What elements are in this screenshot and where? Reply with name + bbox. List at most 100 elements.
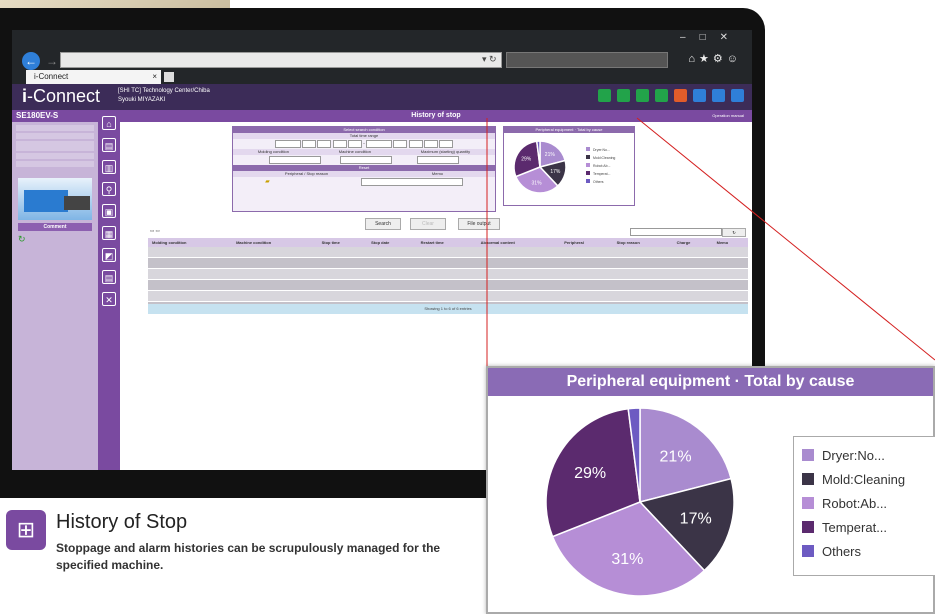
history-of-stop-icon: ⊞ bbox=[6, 510, 46, 550]
table-header[interactable]: Restart time bbox=[416, 238, 477, 247]
browser-chrome: –□✕ ← → ▾ ↻ ⌂★⚙☺ i-Connect × bbox=[12, 30, 752, 84]
table-header[interactable]: Peripheral bbox=[560, 238, 613, 247]
table-row[interactable] bbox=[148, 268, 748, 280]
table-header[interactable]: Memo bbox=[712, 238, 748, 247]
browser-search-box[interactable] bbox=[506, 52, 668, 68]
folder-icon[interactable]: ▰ bbox=[265, 179, 270, 185]
window-controls[interactable]: –□✕ bbox=[680, 32, 742, 43]
machine-image bbox=[18, 178, 92, 220]
mini-legend-swatch bbox=[586, 171, 590, 175]
legend-label: Robot:Ab... bbox=[822, 495, 888, 511]
browser-tab-title: i-Connect bbox=[34, 72, 69, 81]
mini-legend-label: Mold:Cleaning bbox=[593, 156, 615, 160]
header-tool-icon[interactable] bbox=[693, 89, 706, 102]
back-button[interactable]: ← bbox=[22, 52, 40, 70]
file-output-button[interactable]: File output bbox=[458, 218, 500, 230]
table-row[interactable] bbox=[148, 257, 748, 269]
zoomed-pie-chart: 21% 17% 31% 29% bbox=[545, 407, 735, 597]
table-header[interactable]: Charge bbox=[672, 238, 713, 247]
operation-manual-link[interactable]: Operation manual bbox=[712, 110, 744, 122]
site-info: [SHI TC] Technology Center/Chiba Syouki … bbox=[118, 87, 210, 105]
table-footer: Showing 1 to 6 of 6 entries bbox=[148, 304, 748, 314]
legend-item: Temperat... bbox=[802, 515, 933, 539]
history-icon[interactable]: ▦ bbox=[102, 226, 116, 240]
legend-swatch bbox=[802, 473, 814, 485]
mini-legend-swatch bbox=[586, 163, 590, 167]
header-tool-icon[interactable] bbox=[617, 89, 630, 102]
app-logo: i-Connect bbox=[22, 86, 101, 106]
table-header[interactable]: Machine condition bbox=[232, 238, 318, 247]
pie-slice-label: 21% bbox=[660, 449, 692, 466]
legend-swatch bbox=[802, 545, 814, 557]
memo-input[interactable] bbox=[360, 177, 463, 186]
mini-legend-swatch bbox=[586, 155, 590, 159]
machine-panel: SE180EV-S Comment ↻ bbox=[12, 110, 98, 470]
table-header[interactable]: Stop reason bbox=[612, 238, 673, 247]
header-tool-icon[interactable] bbox=[731, 89, 744, 102]
legend-item: Others bbox=[802, 539, 933, 563]
table-row[interactable] bbox=[148, 279, 748, 291]
legend-label: Dryer:No... bbox=[822, 447, 885, 463]
reload-icon[interactable]: ▾ ↻ bbox=[482, 54, 497, 65]
tab-close-icon[interactable]: × bbox=[152, 70, 157, 84]
page-title: History of stop bbox=[411, 112, 461, 119]
legend-item: Robot:Ab... bbox=[802, 491, 933, 515]
table-row[interactable] bbox=[148, 290, 748, 302]
table-header[interactable]: Molding condition bbox=[148, 238, 233, 247]
alarm-icon[interactable]: ◩ bbox=[102, 248, 116, 262]
header-icons bbox=[592, 89, 744, 107]
quantity-input[interactable] bbox=[417, 155, 460, 164]
forward-button[interactable]: → bbox=[46, 54, 58, 68]
pie-slice-label: 29% bbox=[521, 157, 532, 163]
browser-toolbar-icons[interactable]: ⌂★⚙☺ bbox=[688, 52, 742, 65]
header-tool-icon[interactable] bbox=[598, 89, 611, 102]
molding-condition-input[interactable] bbox=[268, 155, 321, 164]
header-tool-icon[interactable] bbox=[712, 89, 725, 102]
clear-button[interactable]: Clear bbox=[410, 218, 446, 230]
peripheral-inputs: ▰ bbox=[233, 177, 495, 187]
table-header[interactable]: Stop date bbox=[367, 238, 417, 247]
caption-description: Stoppage and alarm histories can be scru… bbox=[56, 541, 441, 572]
table-row[interactable] bbox=[148, 247, 748, 258]
zoomed-chart-legend: Dryer:No... Mold:Cleaning Robot:Ab... Tempe… bbox=[793, 436, 935, 576]
graph-icon[interactable]: ▥ bbox=[102, 160, 116, 174]
comment-button[interactable]: Comment bbox=[18, 223, 92, 231]
pie-slice-label: 31% bbox=[611, 551, 643, 568]
legend-swatch bbox=[802, 497, 814, 509]
table-header[interactable]: Stop time bbox=[317, 238, 368, 247]
peripheral-mini-panel: Peripheral equipment · Total by cause 21… bbox=[503, 126, 635, 206]
time-range-inputs[interactable]: ~ bbox=[233, 139, 495, 149]
mini-legend-swatch bbox=[586, 179, 590, 183]
filter-input[interactable] bbox=[630, 228, 722, 236]
entries-selector[interactable]: ▭ ▭ bbox=[150, 228, 160, 234]
tools-icon[interactable]: ✕ bbox=[102, 292, 116, 306]
header-tool-icon[interactable] bbox=[636, 89, 649, 102]
pie-slice-label: 29% bbox=[574, 465, 606, 482]
address-bar[interactable] bbox=[60, 52, 502, 68]
search-condition-panel: Select search condition Total time range… bbox=[232, 126, 496, 212]
calendar-icon[interactable]: ▤ bbox=[102, 270, 116, 284]
header-tool-icon[interactable] bbox=[674, 89, 687, 102]
table-refresh-button[interactable]: ↻ bbox=[722, 228, 746, 237]
header-tool-icon[interactable] bbox=[655, 89, 668, 102]
chart-icon[interactable]: ▤ bbox=[102, 138, 116, 152]
mini-legend-label: Robot:Ab... bbox=[593, 164, 611, 168]
pie-slice-label: 31% bbox=[532, 180, 543, 186]
browser-tab[interactable]: i-Connect × bbox=[26, 70, 161, 84]
search-icon[interactable]: ⚲ bbox=[102, 182, 116, 196]
machine-icon[interactable]: ▣ bbox=[102, 204, 116, 218]
zoomed-chart-panel: Peripheral equipment · Total by cause 21… bbox=[486, 366, 935, 614]
machine-condition-select[interactable] bbox=[340, 155, 392, 164]
pie-slice-label: 17% bbox=[550, 169, 561, 175]
home-icon[interactable]: ⌂ bbox=[102, 116, 116, 130]
stop-history-table: Molding condition Machine condition Stop t… bbox=[148, 238, 748, 313]
table-header[interactable]: Abnormal content bbox=[476, 238, 561, 247]
user-name: Syouki MIYAZAKI bbox=[118, 97, 166, 103]
search-button[interactable]: Search bbox=[365, 218, 401, 230]
peripheral-mini-pie: 21% 17% 31% 29% Dryer:No... Mold:Cleaning Rob… bbox=[513, 140, 615, 194]
refresh-icon[interactable]: ↻ bbox=[12, 234, 98, 245]
machine-name: SE180EV-S bbox=[12, 110, 98, 122]
mini-legend-label: Dryer:No... bbox=[593, 148, 610, 152]
new-tab-button[interactable] bbox=[164, 72, 174, 82]
mini-legend-label: Temperat... bbox=[593, 172, 611, 176]
